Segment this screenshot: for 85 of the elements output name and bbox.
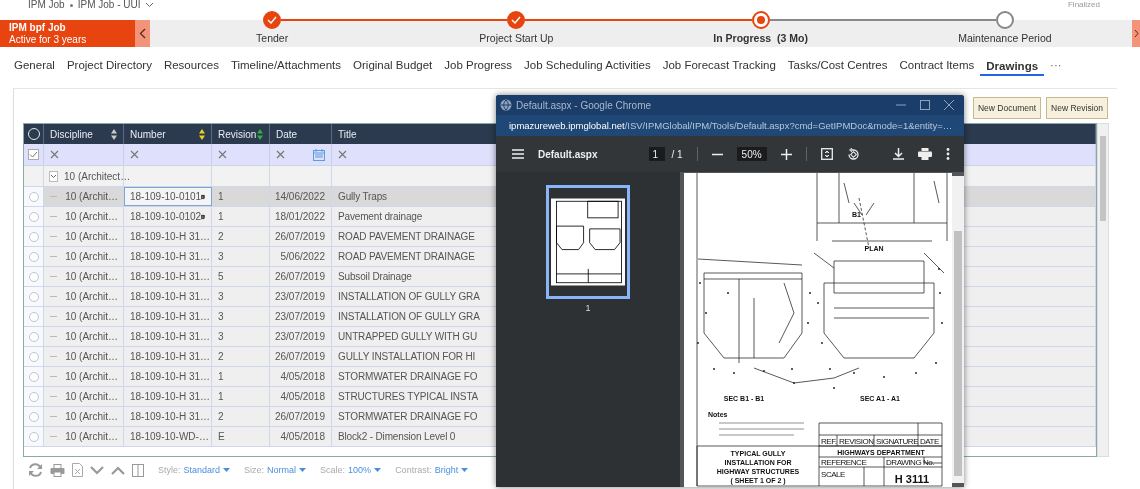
table-cell: 10 (Archit… (65, 311, 118, 322)
table-cell: 18-109-10-H 31… (130, 371, 211, 382)
option-label: Style: (158, 465, 181, 475)
table-cell: 2 (218, 411, 224, 422)
record-subtitle: Active for 3 years (9, 33, 88, 46)
table-cell: 10 (Archit… (65, 251, 118, 262)
table-cell: 10 (Archit… (65, 371, 118, 382)
record-title: IPM bpf Job (9, 21, 67, 34)
table-cell: 18-109-10-H 31… (130, 351, 211, 362)
table-cell: 1 (218, 371, 224, 382)
table-cell: 10 (Archit… (65, 331, 118, 342)
table-cell: 23/07/2019 (274, 311, 325, 322)
table-cell: 10 (Archit… (65, 351, 118, 362)
table-cell: STORMWATER DRAINAGE FO (338, 371, 478, 382)
table-cell: Block2 - Dimension Level 0 (338, 431, 456, 442)
table-cell: 2 (218, 231, 224, 242)
table-cell: 14/06/2022 (274, 191, 325, 202)
table-cell: STORMWATER DRAINAGE FO (338, 411, 478, 422)
table-cell: GULLY INSTALLATION FOR HI (338, 351, 476, 362)
table-cell: 18-109-10-H 31… (130, 391, 211, 402)
table-cell: STRUCTURES TYPICAL INSTA (338, 391, 479, 402)
table-cell: 18-109-10-H 31… (130, 331, 211, 342)
page-number: 1 (585, 303, 591, 313)
table-cell: 3 (218, 291, 224, 302)
table-cell: 1 (218, 211, 224, 222)
drawing-label: SCALE (821, 470, 845, 479)
table-cell: 2 (218, 351, 224, 362)
table-cell: ROAD PAVEMENT DRAINAGE (338, 231, 475, 242)
table-cell: Pavement drainage (338, 211, 423, 222)
table-cell: 18-109-10-H 31… (130, 311, 211, 322)
table-cell: 23/07/2019 (274, 291, 325, 302)
table-cell: E (218, 431, 225, 442)
table-cell: 26/07/2019 (274, 351, 325, 362)
drawing-label: DRAWING No. (886, 458, 935, 467)
window-title: Default.aspx - Google Chrome (516, 99, 653, 111)
table-cell: 5/06/2022 (280, 251, 325, 262)
table-cell: Gully Traps (338, 191, 387, 202)
drawing-label: REF. (821, 437, 837, 446)
table-cell: 26/07/2019 (274, 231, 325, 242)
table-cell: 18-109-10-0101 (130, 191, 202, 202)
table-cell: 18-109-10-0102 (130, 211, 202, 222)
table-cell: 26/07/2019 (274, 411, 325, 422)
table-cell: 4/05/2018 (280, 391, 325, 402)
table-cell: INSTALLATION OF GULLY GRA (338, 311, 480, 322)
table-cell: 18-109-10-H 31… (130, 291, 211, 302)
document-title: Default.aspx (538, 148, 598, 160)
table-cell: 10 (Archit… (65, 231, 118, 242)
drawing-label: H 3111 (894, 473, 930, 485)
table-cell: 10 (Archit… (65, 291, 118, 302)
drawing-label: REVISION (839, 437, 874, 446)
table-cell: 10 (Archit… (65, 391, 118, 402)
table-cell: 23/07/2019 (274, 331, 325, 342)
table-cell: 18/01/2022 (274, 211, 325, 222)
table-cell: 10 (Archit… (65, 431, 118, 442)
table-cell: 1 (218, 391, 224, 402)
table-cell: 18-109-10-H 31… (130, 231, 211, 242)
table-cell: 18-109-10-WD-… (130, 431, 209, 442)
table-cell: 18-109-10-H 31… (130, 251, 211, 262)
table-cell: 1 (218, 191, 224, 202)
table-cell: UNTRAPPED GULLY WITH GU (338, 331, 477, 342)
table-cell: INSTALLATION OF GULLY GRA (338, 291, 480, 302)
status-label: Finalized (1068, 0, 1100, 10)
table-cell: 10 (Archit… (65, 411, 118, 422)
option-label: Size: (244, 465, 265, 475)
table-cell: 10 (Archit… (65, 211, 118, 222)
table-cell: 10 (Archit… (65, 191, 118, 202)
table-cell: 4/05/2018 (280, 371, 325, 382)
page-count: / 1 (671, 148, 683, 160)
table-cell: 5 (218, 271, 224, 282)
group-label: 10 (Architect… (64, 170, 131, 182)
table-cell: 18-109-10-H 31… (130, 411, 211, 422)
table-cell: 3 (218, 331, 224, 342)
drawing-label: SIGNATURE (876, 437, 919, 446)
option-label: Scale: (320, 465, 346, 475)
table-cell: ROAD PAVEMENT DRAINAGE (338, 251, 475, 262)
table-cell: Subsoil Drainage (338, 271, 412, 282)
table-cell: 4/05/2018 (280, 431, 325, 442)
table-cell: 10 (Archit… (65, 271, 118, 282)
table-cell: 3 (218, 251, 224, 262)
table-cell: 18-109-10-H 31… (130, 271, 211, 282)
drawing-label: REFERENCE (821, 458, 867, 467)
drawing-label: DATE (920, 437, 939, 446)
table-cell: 26/07/2019 (274, 271, 325, 282)
option-label: Contrast: (395, 465, 432, 475)
table-cell: 3 (218, 311, 224, 322)
